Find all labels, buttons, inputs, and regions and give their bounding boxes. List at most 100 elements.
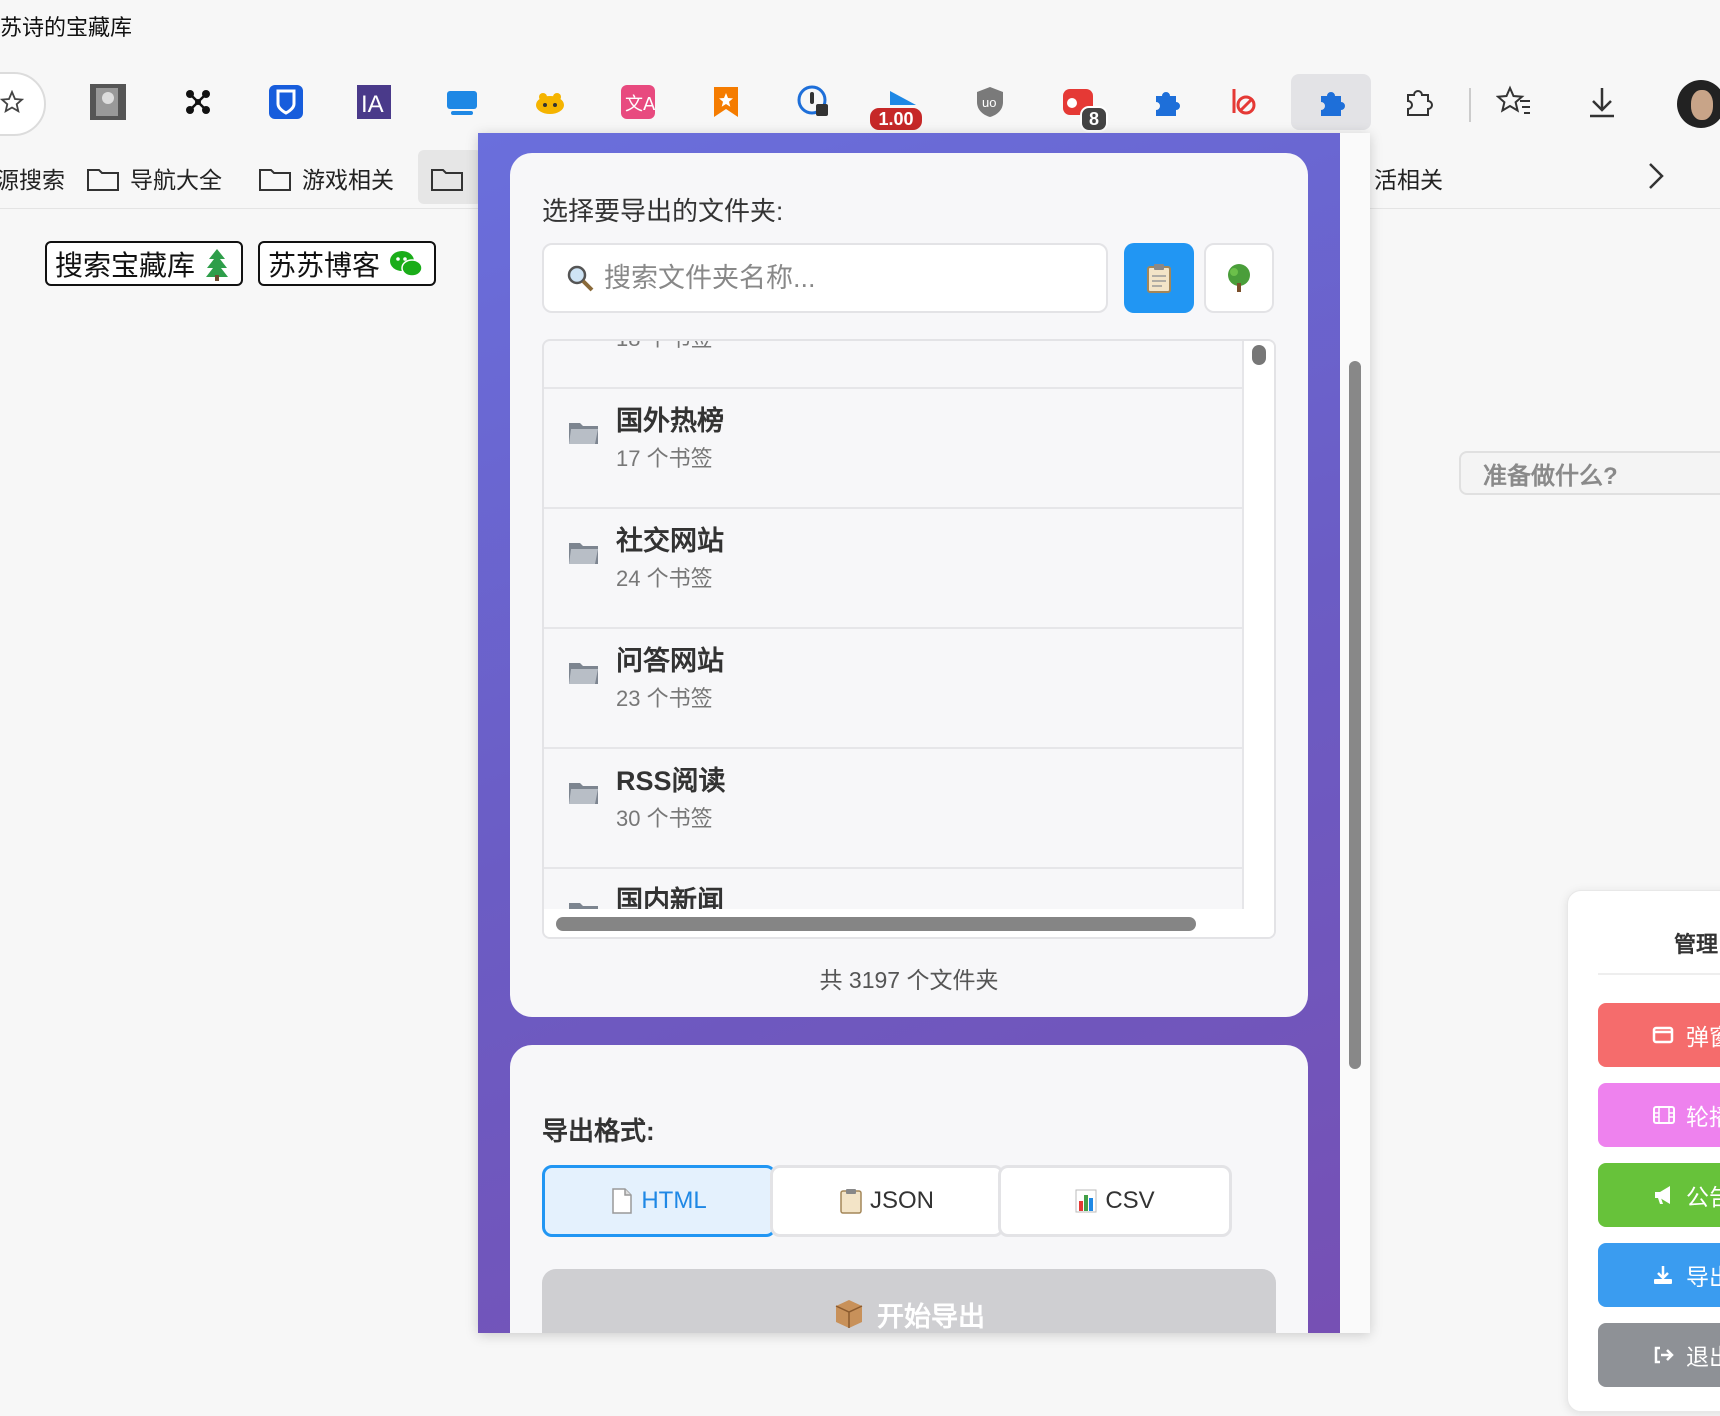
popup-manage-button[interactable]: 弹窗: [1598, 1003, 1720, 1067]
carousel-manage-button[interactable]: 轮播: [1598, 1083, 1720, 1147]
popup-scrollbar-thumb[interactable]: [1349, 361, 1361, 1069]
tree-icon: [1228, 264, 1250, 292]
bookmark-label: 游戏相关: [302, 167, 394, 193]
manage-button-label: 轮播: [1686, 1104, 1720, 1130]
search-icon: [567, 265, 594, 292]
folder-name: 问答网站: [616, 646, 724, 676]
profile-avatar[interactable]: [1677, 80, 1720, 128]
favorites-icon[interactable]: [1490, 78, 1538, 126]
folder-search-box[interactable]: [542, 243, 1108, 313]
avatar-photo-icon[interactable]: [84, 78, 132, 126]
folder-select-label: 选择要导出的文件夹:: [542, 196, 784, 226]
bookmark-star-icon[interactable]: [702, 78, 750, 126]
settings-icon[interactable]: [1395, 78, 1443, 126]
bookmark-folder-life[interactable]: 活相关: [1374, 160, 1443, 196]
format-csv-button[interactable]: CSV: [998, 1165, 1232, 1237]
folder-row[interactable]: RSS阅读 30 个书签: [544, 749, 1246, 869]
folder-count: 24 个书签: [616, 566, 713, 591]
bar-chart-icon: [1075, 1189, 1097, 1213]
ublock-icon[interactable]: uo: [966, 78, 1014, 126]
start-export-label: 开始导出: [877, 1301, 985, 1332]
folder-list[interactable]: 18 个书签 国外热榜 17 个书签 社交网站 24 个书签 问答网站 23 个…: [542, 339, 1276, 939]
folder-list-scrollbar-thumb[interactable]: [1252, 345, 1266, 365]
bookmark-folder-hidden[interactable]: [430, 160, 474, 196]
folder-row[interactable]: 问答网站 23 个书签: [544, 629, 1246, 749]
window-title: 苏诗的宝藏库: [0, 15, 133, 40]
tag-label: 搜索宝藏库: [55, 249, 196, 281]
password-icon[interactable]: [790, 78, 838, 126]
rec-icon[interactable]: 8: [1054, 78, 1108, 132]
export-manage-button[interactable]: 导出: [1598, 1243, 1720, 1307]
manage-button-label: 退出: [1686, 1344, 1720, 1370]
bitwarden-icon[interactable]: [262, 78, 310, 126]
nodes-icon[interactable]: [174, 78, 222, 126]
folder-row[interactable]: 社交网站 24 个书签: [544, 509, 1246, 629]
folder-count: 23 个书签: [616, 686, 713, 711]
manage-button-label: 弹窗: [1686, 1024, 1720, 1050]
folder-icon: [87, 169, 119, 191]
tag-label: 苏苏博客: [268, 249, 381, 281]
package-icon: [835, 1300, 863, 1328]
window-icon: [1652, 1026, 1674, 1044]
folder-count: 17 个书签: [616, 446, 713, 471]
announcement-manage-button[interactable]: 公告: [1598, 1163, 1720, 1227]
manage-button-label: 公告: [1686, 1184, 1720, 1210]
folder-icon: [259, 169, 291, 191]
bookmark-item[interactable]: 源搜索: [0, 160, 65, 196]
folder-icon: [569, 663, 598, 684]
folder-select-card: 选择要导出的文件夹: 18 个书签 国外热榜 17 个书签: [510, 153, 1308, 1017]
folder-list-inner: 18 个书签 国外热榜 17 个书签 社交网站 24 个书签 问答网站 23 个…: [544, 341, 1246, 937]
speed-badge: 1.00: [870, 108, 922, 130]
folder-name: 国外热榜: [616, 406, 724, 436]
folder-list-hscroll-thumb[interactable]: [556, 917, 1196, 931]
folder-count: 30 个书签: [616, 806, 713, 831]
folder-total: 共 3197 个文件夹: [819, 967, 999, 993]
bookmark-folder-nav[interactable]: 导航大全: [86, 160, 222, 196]
svg-text:文A: 文A: [625, 94, 655, 115]
ia-icon[interactable]: IA: [350, 78, 398, 126]
format-label-text: HTML: [641, 1187, 707, 1214]
list-view-button[interactable]: [1124, 243, 1194, 313]
tree-icon: [206, 248, 229, 281]
no-ads-icon[interactable]: [1218, 78, 1266, 126]
puzzle-icon[interactable]: [1142, 78, 1190, 126]
tree-view-button[interactable]: [1204, 243, 1274, 313]
download-icon: [1654, 1266, 1672, 1284]
manage-divider: [1598, 973, 1720, 975]
ready-input[interactable]: 准备做什么?: [1459, 451, 1720, 495]
download-icon[interactable]: [1578, 78, 1626, 126]
folder-name: 社交网站: [616, 526, 724, 556]
folder-row[interactable]: 国外热榜 17 个书签: [544, 389, 1246, 509]
screen-icon[interactable]: [438, 78, 486, 126]
chevron-right-icon[interactable]: [1646, 160, 1666, 197]
wechat-icon: [390, 250, 423, 277]
clipboard-icon: [1147, 264, 1171, 293]
format-json-button[interactable]: JSON: [770, 1165, 1004, 1237]
playback-speed-icon[interactable]: 1.00: [870, 78, 926, 130]
extensions-active-icon[interactable]: [1307, 78, 1355, 126]
clipboard-icon: [840, 1189, 862, 1214]
format-html-button[interactable]: HTML: [542, 1165, 776, 1237]
folder-icon: [569, 783, 598, 804]
toolbar-separator: [1469, 88, 1471, 122]
tag-susu-blog[interactable]: 苏苏博客: [258, 241, 437, 286]
folder-icon: [569, 423, 598, 444]
folder-search-input[interactable]: [602, 261, 1086, 295]
rec-badge: 8: [1080, 106, 1108, 132]
logout-manage-button[interactable]: 退出: [1598, 1323, 1720, 1387]
logout-icon: [1654, 1346, 1674, 1364]
bookmark-label: 源搜索: [0, 167, 65, 193]
translate-icon[interactable]: 文A: [614, 78, 662, 126]
page-icon: [612, 1188, 633, 1214]
bookmark-folder-games[interactable]: 游戏相关: [258, 160, 394, 196]
format-label-text: JSON: [869, 1187, 934, 1214]
format-label-text: CSV: [1105, 1187, 1155, 1214]
tampermonkey-icon[interactable]: [526, 78, 574, 126]
manage-panel: 管理 弹窗 轮播 公告 导出 退出: [1567, 890, 1720, 1412]
folder-row[interactable]: 18 个书签: [544, 341, 1246, 389]
export-format-card: 导出格式: HTML JSON CSV 开始导出: [510, 1045, 1308, 1333]
favorite-star-icon[interactable]: [0, 89, 25, 119]
start-export-button[interactable]: 开始导出: [542, 1269, 1276, 1333]
folder-list-scrollbar-track[interactable]: [1242, 341, 1274, 913]
tag-search-treasure[interactable]: 搜索宝藏库: [45, 241, 244, 286]
